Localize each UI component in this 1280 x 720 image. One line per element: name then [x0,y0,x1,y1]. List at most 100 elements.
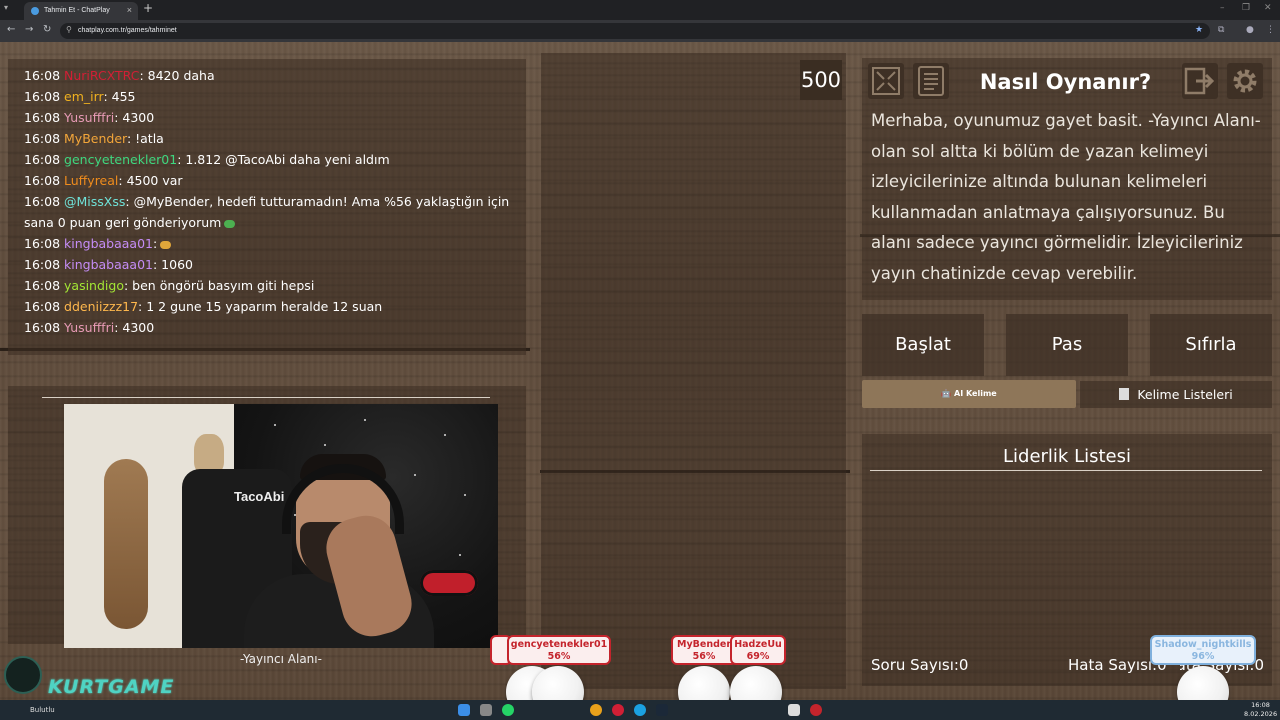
chat-message: 16:08 yasindigo: ben öngörü basyım giti … [24,275,514,296]
chat-timestamp: 16:08 [24,320,61,335]
chat-username[interactable]: ddeniizzz17 [64,299,138,314]
chat-panel: 16:08 NuriRCXTRC: 8420 daha 16:08 em_irr:… [8,59,526,355]
wall-skull [194,434,224,474]
browser-tab[interactable]: Tahmin Et - ChatPlay × [24,2,138,20]
reload-icon[interactable]: ↻ [43,24,51,35]
chat-text: : 1.812 @TacoAbi daha yeni aldım [177,152,390,167]
chat-username[interactable]: kingbabaaa01 [64,236,153,251]
player-tag: MyBender 56% [671,635,737,665]
extensions-icon[interactable]: ⧉ [1218,25,1224,35]
profile-avatar-icon[interactable]: ● [1246,25,1254,35]
player-percent: 96% [1191,651,1215,662]
chat-username[interactable]: kingbabaaa01 [64,257,153,272]
chat-text: : 4300 [114,320,155,335]
url-field[interactable]: ⚲ chatplay.com.tr/games/tahminet [60,23,1210,39]
chat-timestamp: 16:08 [24,152,61,167]
game-board-panel [541,53,846,689]
player-name: gencyetenekler01 [510,639,608,650]
forward-icon[interactable]: → [25,24,33,35]
chat-text: : 455 [103,89,136,104]
chat-timestamp: 16:08 [24,299,61,314]
window-close-icon[interactable]: ✕ [1264,3,1272,13]
site-info-icon[interactable]: ⚲ [66,25,72,34]
fullscreen-button[interactable] [868,63,904,99]
tab-ai-word[interactable]: 🤖 AI Kelime [862,380,1076,408]
tab-search-icon[interactable]: ▾ [4,3,8,12]
edge-icon[interactable] [634,704,646,716]
wolf-mask-icon [4,656,42,694]
chat-text: : 1 2 gune 15 yaparım heralde 12 suan [138,299,383,314]
clock-time: 16:08 [1251,701,1270,709]
webcam-feed: TacoAbi [64,404,498,648]
chat-message: 16:08 Yusufffri: 4300 [24,317,514,338]
player-tag: HadzeUu 69% [730,635,786,665]
whatsapp-icon[interactable] [502,704,514,716]
chat-message: 16:08 Yusufffri: 4300 [24,107,514,128]
pass-button[interactable]: Pas [1006,314,1128,376]
exit-button[interactable] [1182,63,1218,99]
chat-username[interactable]: Luffyreal [64,173,118,188]
chat-username[interactable]: MyBender [64,131,127,146]
streamer-area-label: -Yayıncı Alanı- [240,652,322,666]
tab-close-icon[interactable]: × [127,5,132,15]
chat-message: 16:08 @MissXss: @MyBender, hedefi tuttur… [24,191,514,233]
question-count: Soru Sayısı:0 [871,656,969,674]
task-view-icon[interactable] [480,704,492,716]
chat-timestamp: 16:08 [24,257,61,272]
chat-message: 16:08 Luffyreal: 4500 var [24,170,514,191]
settings-button[interactable] [1227,63,1263,99]
reset-button[interactable]: Sıfırla [1150,314,1272,376]
store-icon[interactable] [788,704,800,716]
bookmark-star-icon[interactable]: ★ [1195,25,1203,35]
player-name: HadzeUu [734,639,782,650]
chat-message: 16:08 ddeniizzz17: 1 2 gune 15 yaparım h… [24,296,514,317]
chat-timestamp: 16:08 [24,173,61,188]
chrome-icon[interactable] [590,704,602,716]
chat-username[interactable]: @MissXss [64,194,125,209]
chat-username[interactable]: Yusufffri [64,320,114,335]
chat-message: 16:08 MyBender: !atla [24,128,514,149]
leaderboard-divider [870,470,1262,471]
chat-timestamp: 16:08 [24,68,61,83]
exit-icon [1184,67,1215,95]
browser-menu-icon[interactable]: ⋮ [1266,25,1275,35]
score-display: 500 [800,60,842,100]
rules-button[interactable] [913,63,949,99]
player-tag: Shadow_nightkills 96% [1150,635,1256,665]
back-icon[interactable]: ← [7,24,15,35]
clock-date: 8.02.2026 [1244,710,1278,718]
chat-text: : [153,236,158,251]
tab-word-lists[interactable]: Kelime Listeleri [1080,381,1272,408]
chat-emote-icon [224,219,236,228]
steam-icon[interactable] [656,704,668,716]
chat-message: 16:08 kingbabaaa01: 1060 [24,254,514,275]
windows-taskbar: Bulutlu 16:08 8.02.2026 [0,700,1280,720]
logo-text: KURTGAME [48,676,175,698]
tab-title: Tahmin Et - ChatPlay [44,7,110,14]
chat-username[interactable]: yasindigo [64,278,124,293]
chat-text: : 8420 daha [139,68,215,83]
restore-icon[interactable]: ❐ [1242,3,1250,13]
player-name: MyBender [676,639,732,650]
chat-username[interactable]: NuriRCXTRC [64,68,139,83]
start-icon[interactable] [458,704,470,716]
minimize-icon[interactable]: – [1220,3,1225,13]
player-percent: 56% [692,651,716,662]
chat-username[interactable]: Yusufffri [64,110,114,125]
chat-username[interactable]: em_irr [64,89,103,104]
chat-text: : 1060 [153,257,193,272]
gear-icon [1233,69,1257,93]
app-icon[interactable] [810,704,822,716]
browser-tab-bar: ▾ Tahmin Et - ChatPlay × + – ❐ ✕ [0,0,1280,20]
system-clock[interactable]: 16:08 8.02.2026 [1244,701,1277,719]
robot-icon: 🤖 [941,389,952,398]
chat-username[interactable]: gencyetenekler01 [64,152,177,167]
new-tab-icon[interactable]: + [143,1,153,15]
start-button[interactable]: Başlat [862,314,984,376]
chat-timestamp: 16:08 [24,194,61,209]
player-name: Shadow_nightkills [1154,639,1252,650]
streamer-divider [42,397,490,398]
chat-timestamp: 16:08 [24,89,61,104]
weather-status: Bulutlu [30,706,55,714]
opera-icon[interactable] [612,704,624,716]
